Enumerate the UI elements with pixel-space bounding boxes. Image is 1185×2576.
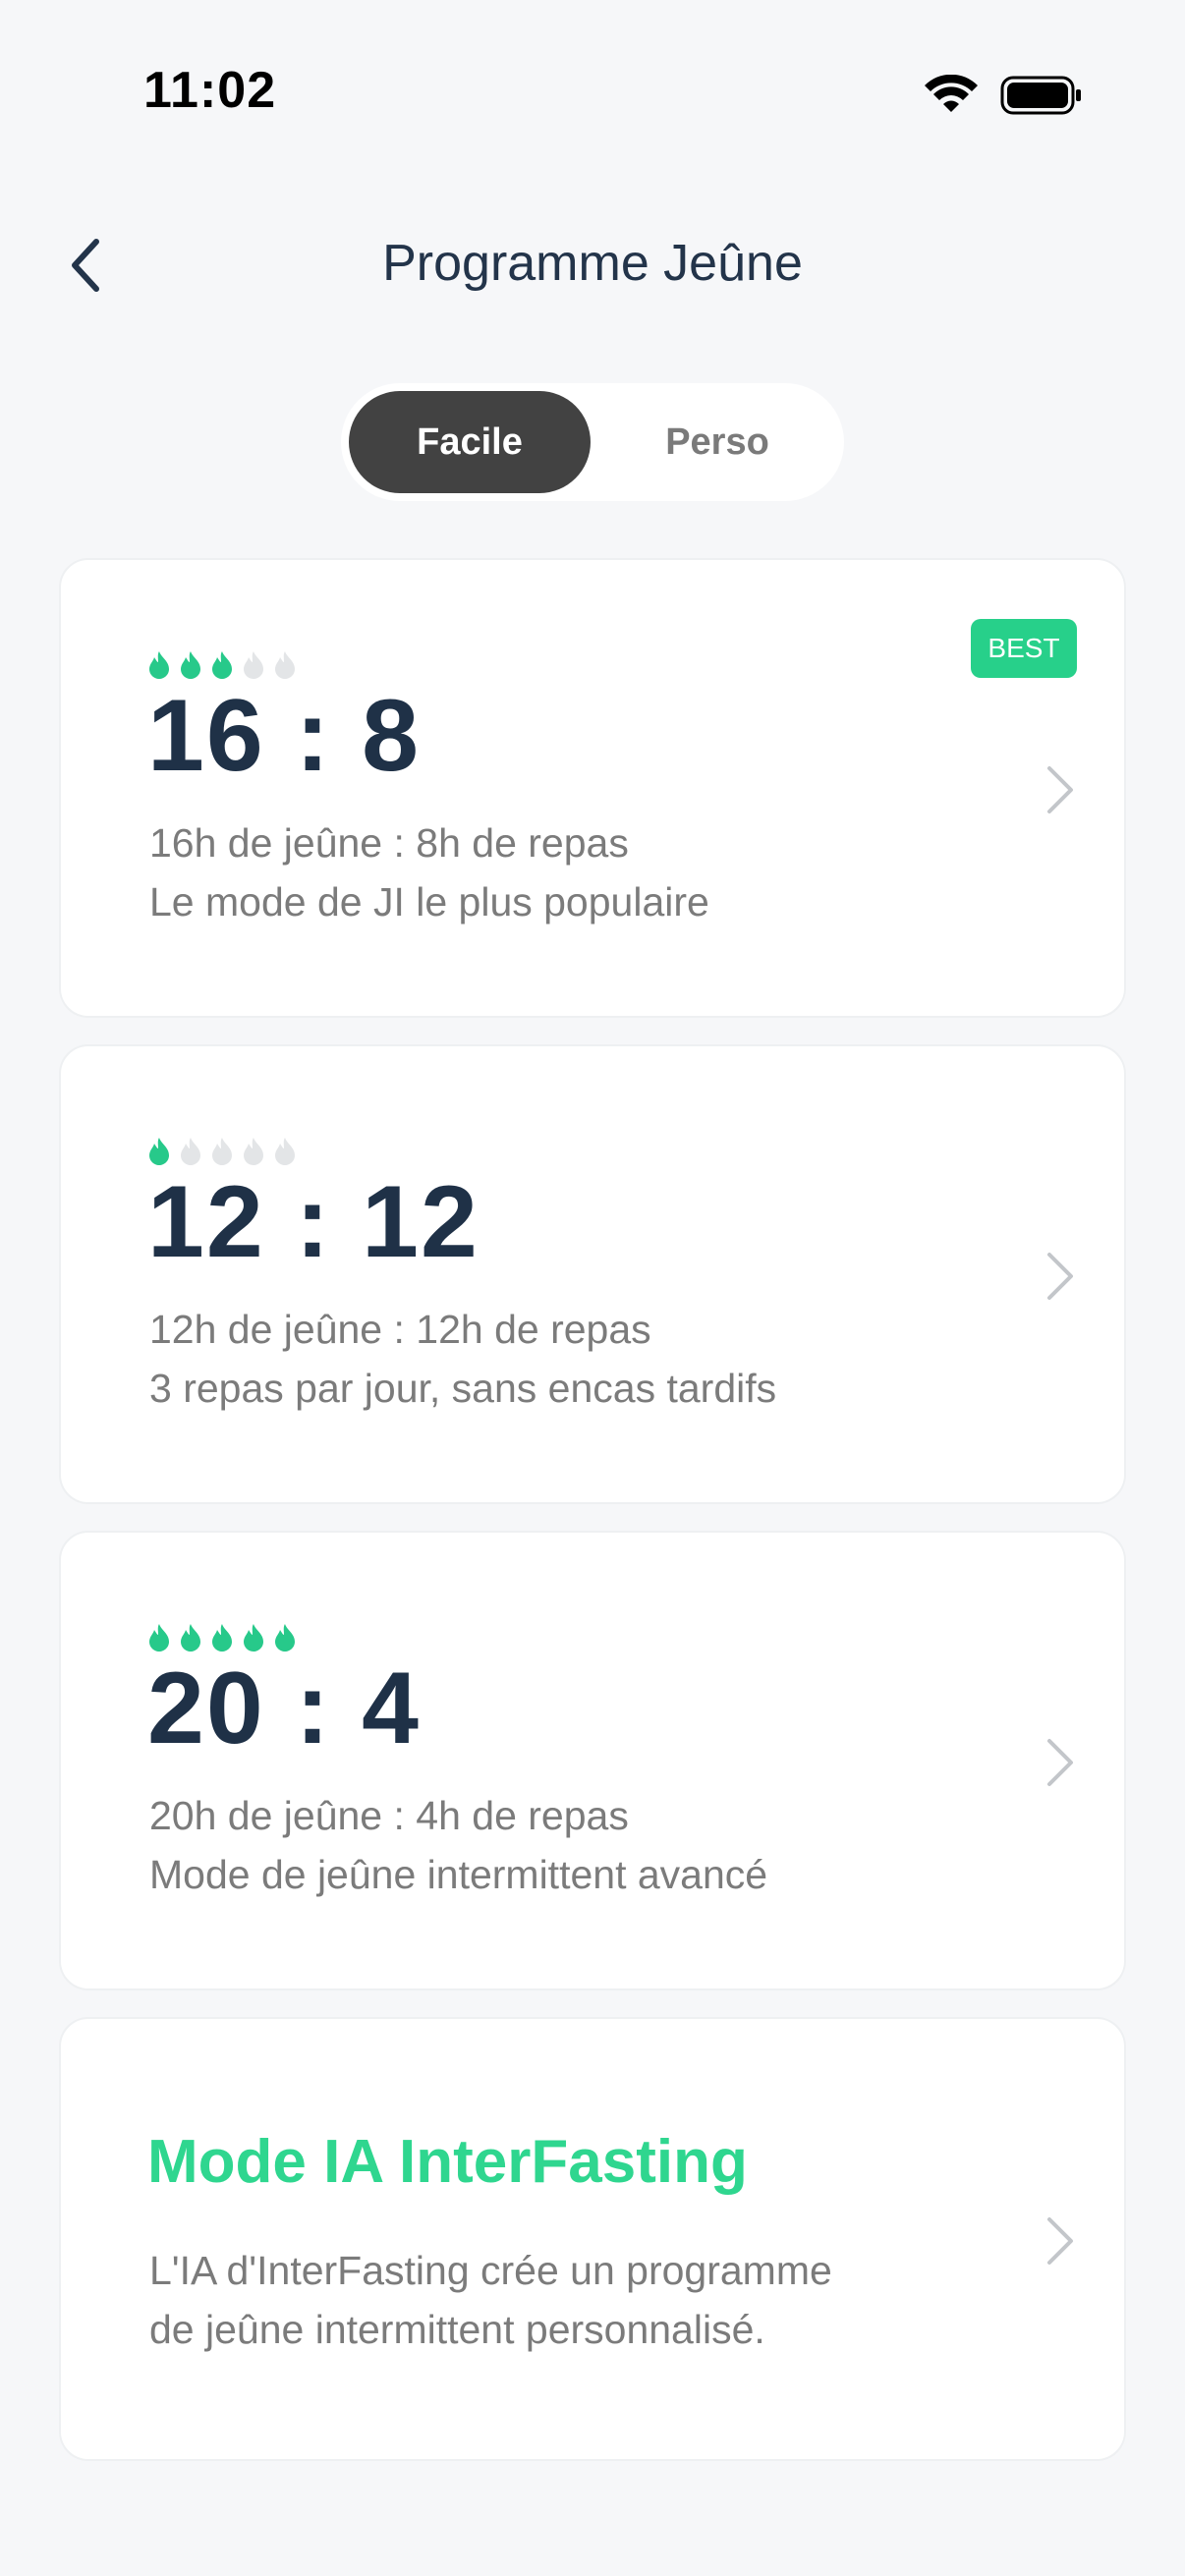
battery-icon xyxy=(1000,76,1081,115)
plan-ratio: 16 : 8 xyxy=(147,679,421,793)
status-bar: 11:02 xyxy=(0,0,1185,187)
difficulty-flames xyxy=(147,1623,297,1652)
status-time: 11:02 xyxy=(143,62,277,119)
plan-line-1: 20h de jeûne : 4h de repas xyxy=(149,1793,629,1838)
flame-icon-empty xyxy=(275,1138,295,1165)
chevron-right-icon xyxy=(1047,1253,1073,1300)
plan-line-2: 3 repas par jour, sans encas tardifs xyxy=(149,1366,777,1411)
chevron-right-icon xyxy=(1047,2217,1073,2265)
ai-mode-description: L'IA d'InterFasting crée un programme de… xyxy=(149,2241,832,2359)
flame-icon-filled xyxy=(244,1624,263,1652)
tab-facile[interactable]: Facile xyxy=(349,391,591,493)
plan-card-16-8[interactable]: BEST 16 : 8 16h de jeûne : 8h de repas L… xyxy=(59,558,1126,1018)
page-title: Programme Jeûne xyxy=(382,235,803,292)
flame-icon-filled xyxy=(212,1624,232,1652)
chevron-right-icon xyxy=(1047,766,1073,813)
plan-line-1: 16h de jeûne : 8h de repas xyxy=(149,820,629,866)
plan-description: 16h de jeûne : 8h de repas Le mode de JI… xyxy=(149,813,709,931)
mode-segmented-control: Facile Perso xyxy=(341,383,844,501)
flame-icon-empty xyxy=(275,651,295,679)
header: Programme Jeûne xyxy=(0,187,1185,344)
flame-icon-filled xyxy=(149,651,169,679)
plan-card-20-4[interactable]: 20 : 4 20h de jeûne : 4h de repas Mode d… xyxy=(59,1531,1126,1990)
plan-card-12-12[interactable]: 12 : 12 12h de jeûne : 12h de repas 3 re… xyxy=(59,1044,1126,1504)
wifi-icon xyxy=(925,75,978,112)
ai-mode-card[interactable]: Mode IA InterFasting L'IA d'InterFasting… xyxy=(59,2017,1126,2461)
chevron-right-icon xyxy=(1047,1739,1073,1786)
plan-line-1: 12h de jeûne : 12h de repas xyxy=(149,1307,651,1352)
flame-icon-filled xyxy=(275,1624,295,1652)
flame-icon-empty xyxy=(244,1138,263,1165)
flame-icon-filled xyxy=(181,651,200,679)
plan-ratio: 20 : 4 xyxy=(147,1652,421,1765)
flame-icon-filled xyxy=(149,1138,169,1165)
plan-description: 12h de jeûne : 12h de repas 3 repas par … xyxy=(149,1300,776,1418)
plan-line-2: Le mode de JI le plus populaire xyxy=(149,879,709,924)
flame-icon-empty xyxy=(212,1138,232,1165)
ai-mode-title: Mode IA InterFasting xyxy=(147,2128,748,2196)
flame-icon-filled xyxy=(149,1624,169,1652)
plan-ratio: 12 : 12 xyxy=(147,1165,480,1279)
best-badge: BEST xyxy=(971,619,1077,678)
ai-mode-line-2: de jeûne intermittent personnalisé. xyxy=(149,2307,765,2352)
flame-icon-empty xyxy=(244,651,263,679)
tab-perso[interactable]: Perso xyxy=(598,391,836,493)
flame-icon-filled xyxy=(181,1624,200,1652)
flame-icon-filled xyxy=(212,651,232,679)
plan-description: 20h de jeûne : 4h de repas Mode de jeûne… xyxy=(149,1786,767,1904)
ai-mode-line-1: L'IA d'InterFasting crée un programme xyxy=(149,2248,832,2293)
flame-icon-empty xyxy=(181,1138,200,1165)
plan-line-2: Mode de jeûne intermittent avancé xyxy=(149,1852,768,1897)
difficulty-flames xyxy=(147,650,297,680)
difficulty-flames xyxy=(147,1137,297,1166)
